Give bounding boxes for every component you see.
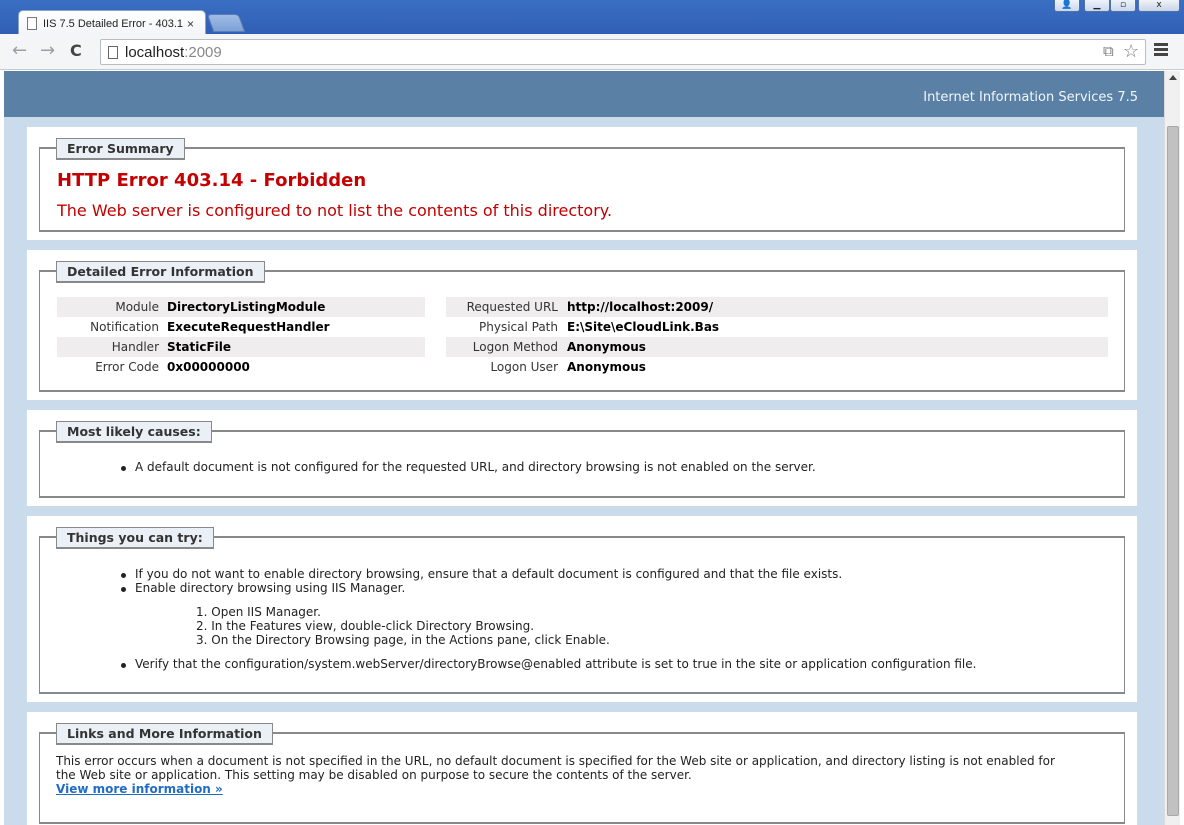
info-row-logon-user: Logon User Anonymous: [446, 357, 1108, 377]
info-value: Anonymous: [567, 340, 646, 354]
error-title: HTTP Error 403.14 - Forbidden: [57, 170, 367, 191]
iis-header: Internet Information Services 7.5: [4, 71, 1164, 117]
view-more-information-link[interactable]: View more information »: [56, 782, 223, 796]
info-value: Anonymous: [567, 360, 646, 374]
try-item: If you do not want to enable directory b…: [135, 567, 843, 581]
bullet-icon: [121, 573, 126, 578]
links-panel: Links and More Information This error oc…: [27, 712, 1137, 825]
step-item: 2. In the Features view, double-click Di…: [196, 619, 535, 633]
info-value: http://localhost:2009/: [567, 300, 714, 314]
try-item: Enable directory browsing using IIS Mana…: [135, 581, 406, 595]
causes-legend: Most likely causes:: [56, 421, 212, 443]
star-icon[interactable]: ☆: [1123, 41, 1139, 62]
error-summary-panel: Error Summary HTTP Error 403.14 - Forbid…: [27, 127, 1137, 240]
bullet-icon: [121, 466, 126, 471]
scroll-up-arrow-icon[interactable]: [1169, 75, 1177, 80]
info-value: DirectoryListingModule: [167, 300, 326, 314]
user-icon[interactable]: 👤: [1054, 0, 1080, 12]
new-tab-button[interactable]: [206, 14, 246, 32]
info-label: Physical Path: [479, 320, 558, 334]
info-value: E:\Site\eCloudLink.Bas: [567, 320, 720, 334]
reload-button[interactable]: C: [70, 42, 82, 60]
step-item: 1. Open IIS Manager.: [196, 605, 321, 619]
bullet-icon: [121, 587, 126, 592]
try-panel: Things you can try: If you do not want t…: [27, 516, 1137, 702]
info-value: 0x00000000: [167, 360, 250, 374]
try-legend: Things you can try:: [56, 527, 214, 549]
info-label: Requested URL: [466, 300, 558, 314]
step-item: 3. On the Directory Browsing page, in th…: [196, 633, 610, 647]
info-row-logon-method: Logon Method Anonymous: [446, 337, 1108, 357]
maximize-button[interactable]: ▫: [1110, 0, 1136, 12]
info-label: Error Code: [95, 360, 159, 374]
info-label: Notification: [90, 320, 159, 334]
info-label: Logon User: [490, 360, 558, 374]
info-row-physical-path: Physical Path E:\Site\eCloudLink.Bas: [446, 317, 1108, 337]
detailed-info-legend: Detailed Error Information: [56, 261, 265, 283]
back-button[interactable]: ←: [12, 42, 27, 60]
info-row-notification: Notification ExecuteRequestHandler: [57, 317, 425, 337]
error-description: The Web server is configured to not list…: [57, 201, 613, 220]
page-info-icon: [108, 46, 118, 59]
info-label: Logon Method: [472, 340, 558, 354]
close-window-button[interactable]: x: [1138, 0, 1180, 12]
causes-box: Most likely causes: A default document i…: [39, 421, 1125, 498]
try-box: Things you can try: If you do not want t…: [39, 527, 1125, 694]
translate-icon[interactable]: ⧉: [1103, 43, 1114, 60]
minimize-button[interactable]: ▁: [1084, 0, 1110, 12]
links-box: Links and More Information This error oc…: [39, 723, 1125, 824]
try-item: Verify that the configuration/system.web…: [135, 657, 977, 671]
menu-icon[interactable]: [1154, 43, 1168, 58]
error-summary-box: Error Summary HTTP Error 403.14 - Forbid…: [39, 138, 1125, 232]
causes-panel: Most likely causes: A default document i…: [27, 410, 1137, 506]
links-paragraph-line: This error occurs when a document is not…: [56, 754, 1055, 768]
product-name: Internet Information Services 7.5: [923, 90, 1138, 105]
scrollbar-thumb[interactable]: [1167, 126, 1179, 816]
browser-toolbar: ← → C localhost:2009 ⧉ ☆: [0, 34, 1184, 70]
page-viewport: Internet Information Services 7.5 Error …: [4, 71, 1164, 825]
info-label: Handler: [111, 340, 159, 354]
tab-close-icon[interactable]: ×: [187, 17, 194, 31]
forward-button[interactable]: →: [40, 42, 55, 60]
bullet-icon: [121, 663, 126, 668]
tab-title: IIS 7.5 Detailed Error - 403.1: [43, 17, 183, 30]
detailed-info-panel: Detailed Error Information Module Direct…: [27, 250, 1137, 400]
vertical-scrollbar[interactable]: [1164, 71, 1180, 825]
browser-tab[interactable]: IIS 7.5 Detailed Error - 403.1 ×: [18, 10, 206, 36]
info-row-requested-url: Requested URL http://localhost:2009/: [446, 297, 1108, 317]
info-label: Module: [115, 300, 159, 314]
address-bar[interactable]: localhost:2009 ⧉ ☆: [100, 39, 1146, 65]
detailed-info-box: Detailed Error Information Module Direct…: [39, 261, 1125, 392]
url-text: localhost:2009: [125, 44, 222, 61]
title-bar: IIS 7.5 Detailed Error - 403.1 × 👤 ▁ ▫ x: [0, 0, 1184, 36]
info-row-module: Module DirectoryListingModule: [57, 297, 425, 317]
cause-item: A default document is not configured for…: [135, 460, 816, 474]
links-paragraph-line: the Web site or application. This settin…: [56, 768, 692, 782]
page-icon: [27, 17, 37, 30]
info-value: StaticFile: [167, 340, 232, 354]
links-legend: Links and More Information: [56, 723, 273, 745]
error-summary-legend: Error Summary: [56, 138, 185, 160]
info-row-handler: Handler StaticFile: [57, 337, 425, 357]
info-value: ExecuteRequestHandler: [167, 320, 330, 334]
info-row-error-code: Error Code 0x00000000: [57, 357, 425, 377]
